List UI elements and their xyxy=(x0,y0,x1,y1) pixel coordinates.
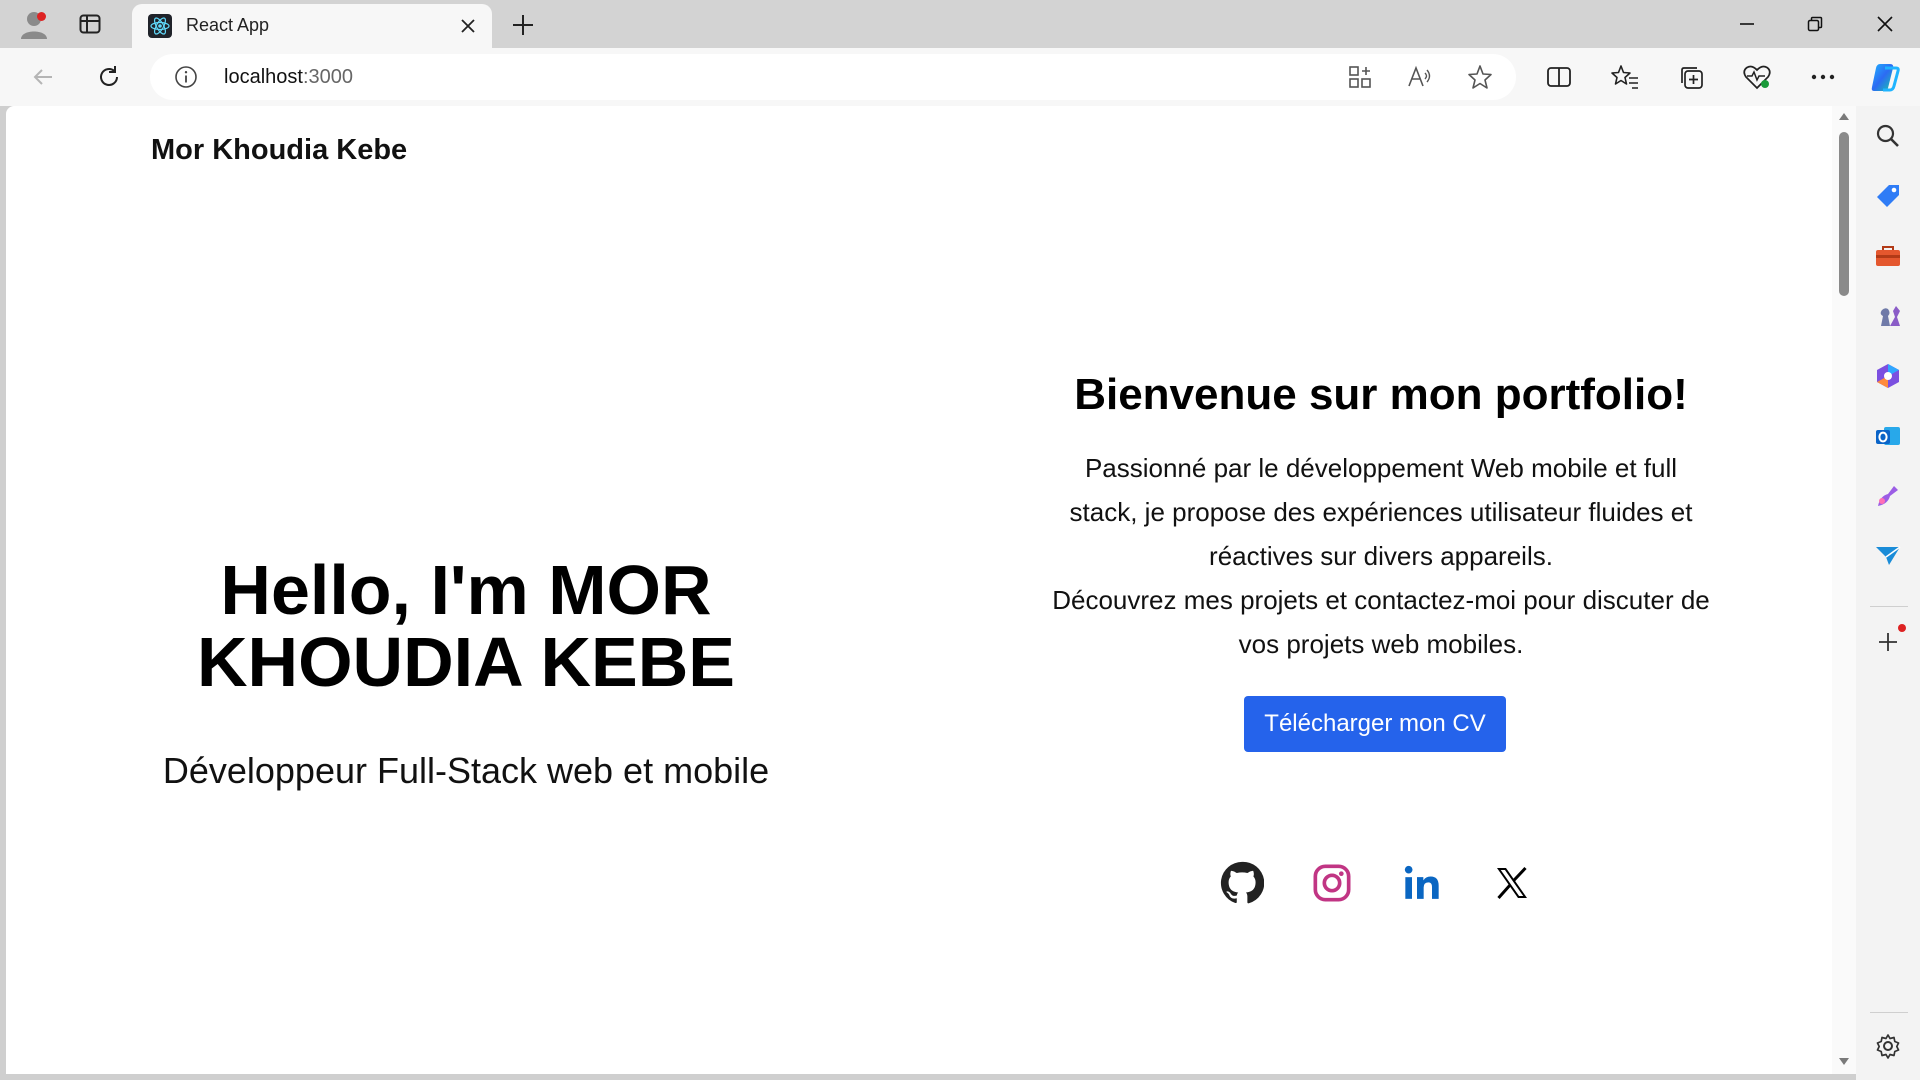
hero-title: Hello, I'm MOR KHOUDIA KEBE xyxy=(71,554,861,698)
plus-icon xyxy=(513,15,533,35)
microsoft-365-icon[interactable] xyxy=(1872,360,1904,392)
tab-strip: React App xyxy=(0,0,1920,48)
app-available-icon[interactable] xyxy=(1346,63,1374,91)
hero-title-line2: KHOUDIA KEBE xyxy=(197,623,735,701)
close-tab-icon[interactable] xyxy=(456,14,480,38)
browser-essentials-icon[interactable] xyxy=(1740,60,1774,94)
tab-actions-icon xyxy=(79,14,101,34)
more-options-icon[interactable] xyxy=(1806,60,1840,94)
x-link[interactable] xyxy=(1489,860,1535,906)
reload-icon xyxy=(100,66,118,86)
url-port: :3000 xyxy=(302,66,353,88)
add-sidebar-app-icon[interactable] xyxy=(1872,624,1906,658)
send-to-phone-icon[interactable] xyxy=(1872,540,1904,572)
x-icon xyxy=(1497,866,1527,899)
close-icon xyxy=(1877,16,1893,32)
linkedin-link[interactable] xyxy=(1399,860,1445,906)
instagram-icon xyxy=(1313,864,1351,902)
github-icon xyxy=(1220,861,1264,904)
page-scrollbar[interactable] xyxy=(1832,106,1856,1074)
restore-button[interactable] xyxy=(1798,8,1832,40)
site-info-icon[interactable] xyxy=(174,65,198,89)
close-window-button[interactable] xyxy=(1868,8,1902,40)
url-host: localhost xyxy=(224,66,303,88)
minimize-icon xyxy=(1740,23,1754,25)
collections-icon[interactable] xyxy=(1674,60,1708,94)
hero-title-line1: Hello, I'm MOR xyxy=(220,551,712,629)
back-button[interactable] xyxy=(24,58,62,96)
instagram-link[interactable] xyxy=(1309,860,1355,906)
intro-text: Passionné par le développement Web mobil… xyxy=(1052,446,1710,666)
edge-sidebar xyxy=(1856,106,1920,1080)
tools-briefcase-icon[interactable] xyxy=(1872,240,1904,272)
arrow-left-icon xyxy=(33,69,52,85)
notification-dot xyxy=(1898,624,1906,632)
notification-dot xyxy=(37,12,46,21)
welcome-heading: Bienvenue sur mon portfolio! xyxy=(1074,370,1688,419)
tab-actions-button[interactable] xyxy=(70,8,110,40)
sidebar-divider xyxy=(1870,606,1908,607)
hero-subtitle: Développeur Full-Stack web et mobile xyxy=(162,750,770,791)
designer-icon[interactable] xyxy=(1872,480,1904,512)
github-link[interactable] xyxy=(1219,860,1265,906)
reload-button[interactable] xyxy=(90,58,128,96)
scroll-up-arrow-icon[interactable] xyxy=(1838,110,1850,122)
url-text: localhost:3000 xyxy=(224,66,353,89)
site-brand[interactable]: Mor Khoudia Kebe xyxy=(151,134,407,167)
favorite-star-icon[interactable] xyxy=(1466,63,1494,91)
address-bar[interactable]: localhost:3000 xyxy=(150,54,1516,100)
active-tab[interactable]: React App xyxy=(132,4,492,48)
linkedin-icon xyxy=(1404,865,1439,899)
outlook-icon[interactable] xyxy=(1872,420,1904,452)
games-chess-icon[interactable] xyxy=(1872,300,1904,332)
split-screen-icon[interactable] xyxy=(1542,60,1576,94)
browser-toolbar: localhost:3000 xyxy=(0,48,1920,106)
scroll-thumb[interactable] xyxy=(1839,132,1849,296)
new-tab-button[interactable] xyxy=(506,8,540,42)
favorites-icon[interactable] xyxy=(1608,60,1642,94)
intro-paragraph-1: Passionné par le développement Web mobil… xyxy=(1069,453,1693,571)
tab-title: React App xyxy=(186,15,270,35)
minimize-button[interactable] xyxy=(1730,8,1764,40)
copilot-icon[interactable] xyxy=(1868,60,1902,94)
profile-avatar[interactable] xyxy=(14,6,54,42)
intro-paragraph-2: Découvrez mes projets et contactez-moi p… xyxy=(1052,585,1710,659)
react-favicon-icon xyxy=(148,14,172,38)
sidebar-divider-bottom xyxy=(1870,1012,1908,1013)
window-bottom-edge xyxy=(0,1074,1856,1080)
download-cv-button[interactable]: Télécharger mon CV xyxy=(1244,696,1506,752)
shopping-tag-icon[interactable] xyxy=(1872,180,1904,212)
restore-icon xyxy=(1807,16,1823,32)
search-icon[interactable] xyxy=(1872,120,1904,152)
read-aloud-icon[interactable] xyxy=(1406,63,1434,91)
page-viewport: Mor Khoudia Kebe Hello, I'm MOR KHOUDIA … xyxy=(6,106,1856,1074)
scroll-down-arrow-icon[interactable] xyxy=(1838,1056,1850,1068)
sidebar-settings-gear-icon[interactable] xyxy=(1872,1030,1904,1062)
